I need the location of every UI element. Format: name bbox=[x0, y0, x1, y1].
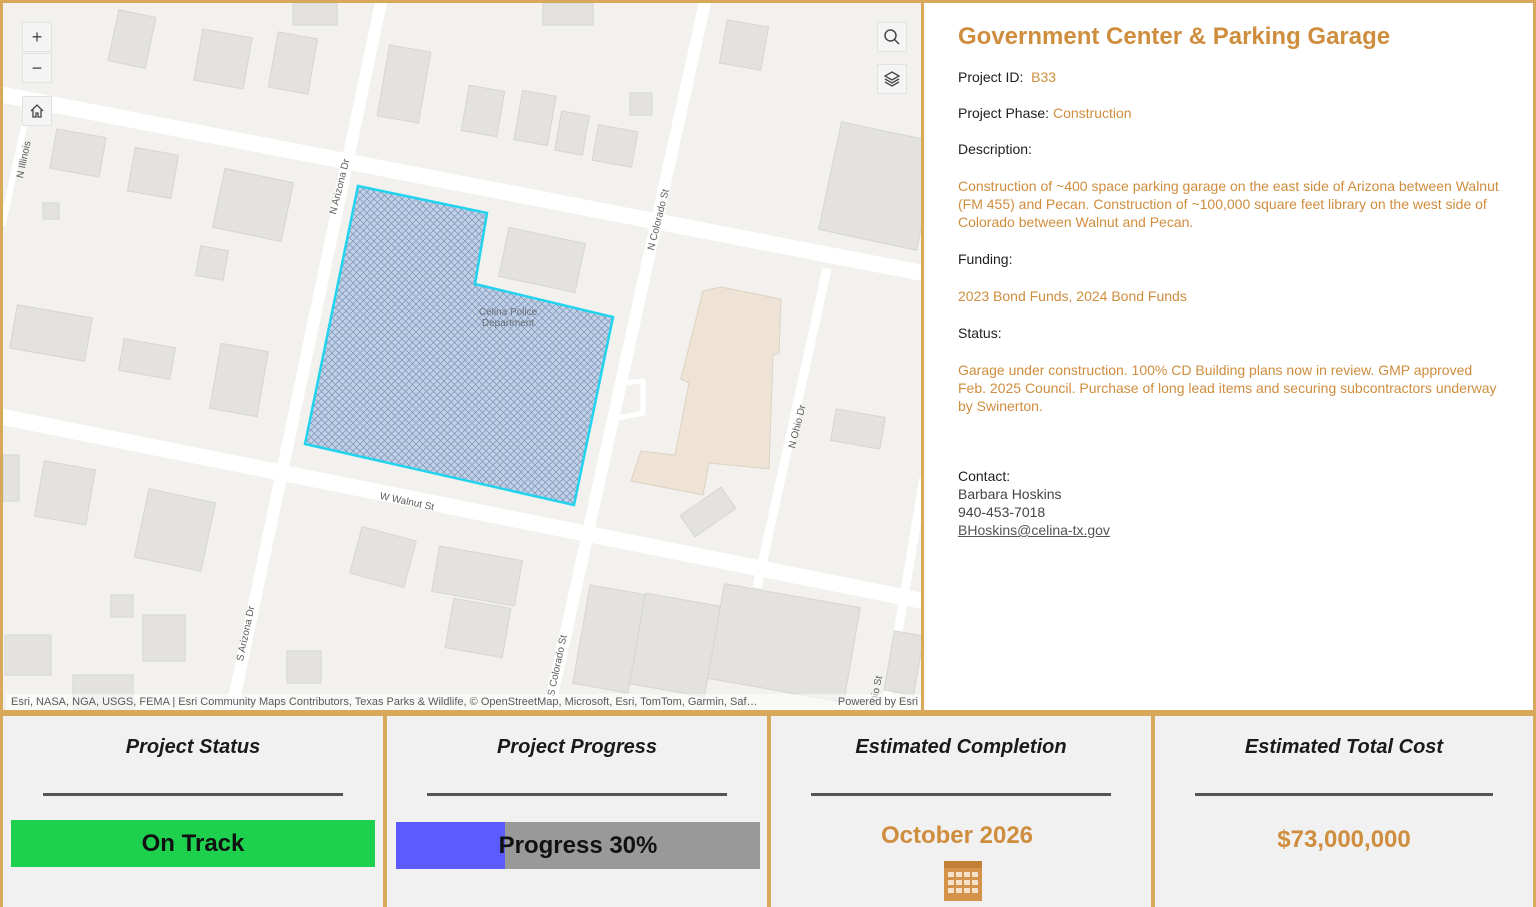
status-text: Garage under construction. 100% CD Build… bbox=[958, 362, 1497, 414]
project-id-row: Project ID: B33 bbox=[958, 69, 1499, 85]
contact-section: Contact: Barbara Hoskins 940-453-7018 BH… bbox=[958, 467, 1499, 539]
divider bbox=[43, 793, 343, 796]
attribution-text: Esri, NASA, NGA, USGS, FEMA | Esri Commu… bbox=[11, 696, 758, 708]
zoom-out-button[interactable]: − bbox=[22, 53, 52, 83]
project-progress-card: Project Progress Progress 30% bbox=[384, 713, 770, 907]
card-title: Project Status bbox=[125, 736, 261, 758]
home-button[interactable] bbox=[22, 96, 52, 126]
calendar-icon bbox=[944, 861, 982, 901]
contact-email-link[interactable]: BHoskins@celina-tx.gov bbox=[958, 521, 1499, 539]
card-title: Estimated Total Cost bbox=[1244, 736, 1444, 758]
basemap bbox=[3, 3, 921, 710]
map-view[interactable]: N Illinois N Arizona Dr N Colorado St W … bbox=[0, 0, 924, 713]
progress-bar: Progress 30% bbox=[396, 822, 760, 869]
map-attribution: Esri, NASA, NGA, USGS, FEMA | Esri Commu… bbox=[6, 694, 921, 710]
layers-icon bbox=[883, 71, 901, 87]
zoom-in-icon: + bbox=[31, 26, 43, 47]
card-title: Estimated Completion bbox=[855, 736, 1067, 758]
zoom-in-button[interactable]: + bbox=[22, 22, 52, 52]
estimated-completion-card: Estimated Completion October 2026 bbox=[768, 713, 1154, 907]
funding-text: 2023 Bond Funds, 2024 Bond Funds bbox=[958, 288, 1187, 304]
description-text: Construction of ~400 space parking garag… bbox=[958, 178, 1499, 230]
search-button[interactable] bbox=[877, 22, 907, 52]
contact-label: Contact: bbox=[958, 468, 1011, 484]
contact-phone: 940-453-7018 bbox=[958, 504, 1046, 520]
project-status-card: Project Status On Track bbox=[0, 713, 386, 907]
layers-button[interactable] bbox=[877, 64, 907, 94]
project-id-value: B33 bbox=[1031, 69, 1057, 85]
project-info-panel: Government Center & Parking Garage Proje… bbox=[924, 0, 1536, 713]
status-label: Status: bbox=[958, 325, 1002, 341]
card-title: Project Progress bbox=[496, 736, 658, 758]
estimated-cost-card: Estimated Total Cost $73,000,000 bbox=[1152, 713, 1536, 907]
description-label: Description: bbox=[958, 141, 1032, 157]
powered-by-link[interactable]: Powered by Esri bbox=[838, 696, 918, 708]
contact-name: Barbara Hoskins bbox=[958, 486, 1062, 502]
status-badge: On Track bbox=[11, 820, 375, 867]
project-title: Government Center & Parking Garage bbox=[958, 23, 1391, 50]
progress-label: Progress 30% bbox=[498, 831, 658, 859]
search-icon bbox=[884, 29, 900, 45]
project-id-label: Project ID: bbox=[958, 69, 1024, 85]
project-phase-row: Project Phase: Construction bbox=[958, 105, 1499, 121]
funding-label: Funding: bbox=[958, 251, 1013, 267]
poi-label-police: Celina Police Department bbox=[478, 307, 538, 329]
divider bbox=[811, 793, 1111, 796]
divider bbox=[1195, 793, 1493, 796]
home-icon bbox=[30, 104, 44, 118]
project-phase-label: Project Phase: bbox=[958, 105, 1050, 121]
zoom-out-icon: − bbox=[31, 57, 43, 78]
total-cost-value: $73,000,000 bbox=[1277, 826, 1411, 853]
project-phase-value: Construction bbox=[1052, 105, 1132, 121]
completion-date: October 2026 bbox=[880, 822, 1034, 849]
divider bbox=[427, 793, 727, 796]
